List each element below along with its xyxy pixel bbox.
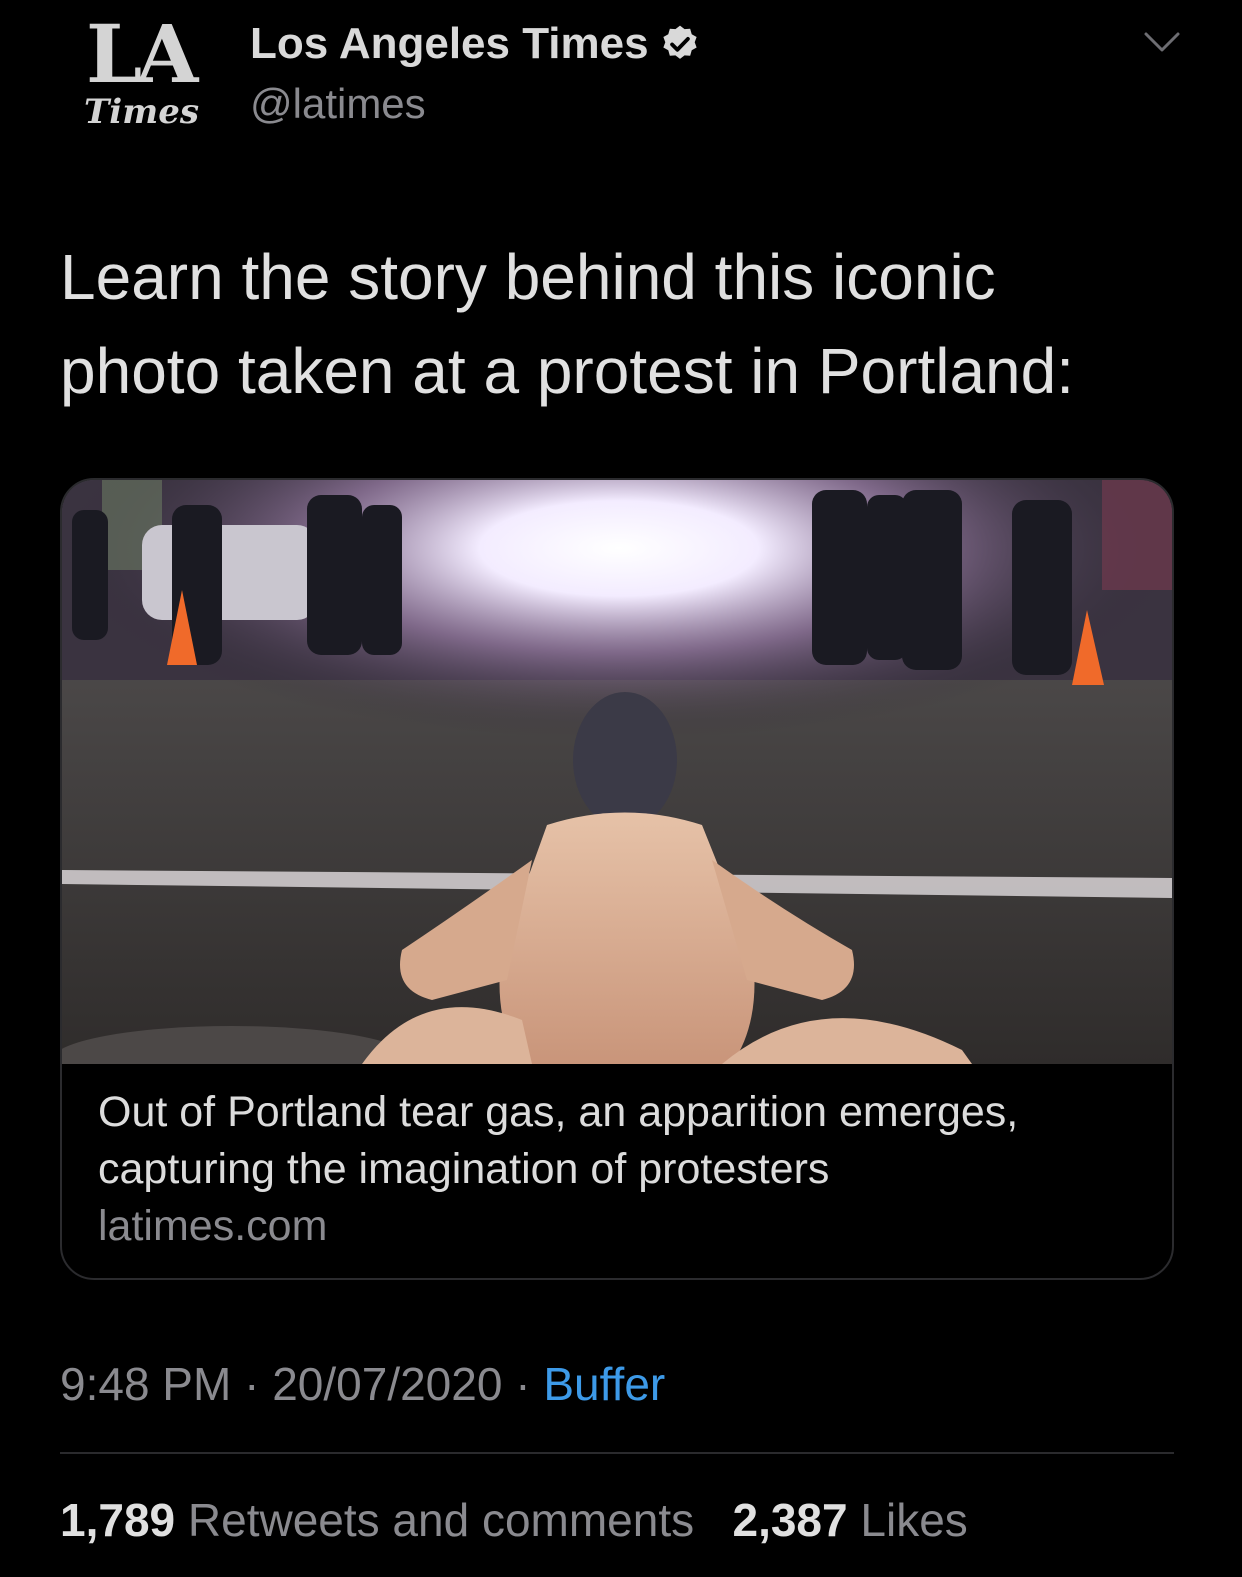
- link-card[interactable]: Out of Portland tear gas, an apparition …: [60, 478, 1174, 1280]
- meta-separator: ·: [515, 1358, 531, 1410]
- account-handle[interactable]: @latimes: [250, 78, 426, 130]
- meta-separator: ·: [244, 1358, 260, 1410]
- display-name-text: Los Angeles Times: [250, 19, 649, 68]
- avatar[interactable]: LA Times: [80, 14, 210, 134]
- tweet-text-line: Learn the story behind this iconic: [60, 241, 996, 313]
- source-link[interactable]: Buffer: [543, 1358, 665, 1410]
- logo-times-text: Times: [84, 92, 199, 132]
- tweet-meta: 9:48 PM · 20/07/2020 · Buffer: [60, 1352, 665, 1416]
- tweet-date: 20/07/2020: [272, 1358, 503, 1410]
- tweet-time: 9:48 PM: [60, 1358, 232, 1410]
- display-name[interactable]: Los Angeles Times: [250, 18, 701, 70]
- card-title-line: capturing the imagination of protesters: [98, 1145, 830, 1193]
- card-title-line: Out of Portland tear gas, an apparition …: [98, 1088, 1019, 1136]
- likes-label: Likes: [860, 1494, 968, 1546]
- divider: [60, 1452, 1174, 1454]
- tweet-detail: LA Times Los Angeles Times @latimes Lear…: [0, 0, 1242, 1577]
- verified-badge-icon: [662, 25, 697, 59]
- card-domain: latimes.com: [98, 1202, 328, 1250]
- card-text[interactable]: Out of Portland tear gas, an apparition …: [98, 1084, 1148, 1255]
- card-photo[interactable]: [62, 480, 1174, 1064]
- retweets-label: Retweets and comments: [187, 1494, 695, 1546]
- tweet-stats: 1,789 Retweets and comments 2,387 Likes: [60, 1488, 968, 1552]
- tweet-text: Learn the story behind this iconic photo…: [60, 230, 1180, 418]
- likes-count: 2,387: [732, 1494, 848, 1546]
- tweet-text-line: photo taken at a protest in Portland:: [60, 335, 1074, 407]
- retweets-stat[interactable]: 1,789 Retweets and comments: [60, 1494, 707, 1546]
- chevron-down-icon[interactable]: [1140, 28, 1184, 56]
- retweets-count: 1,789: [60, 1494, 176, 1546]
- likes-stat[interactable]: 2,387 Likes: [732, 1494, 967, 1546]
- logo-la-text: LA: [86, 7, 198, 101]
